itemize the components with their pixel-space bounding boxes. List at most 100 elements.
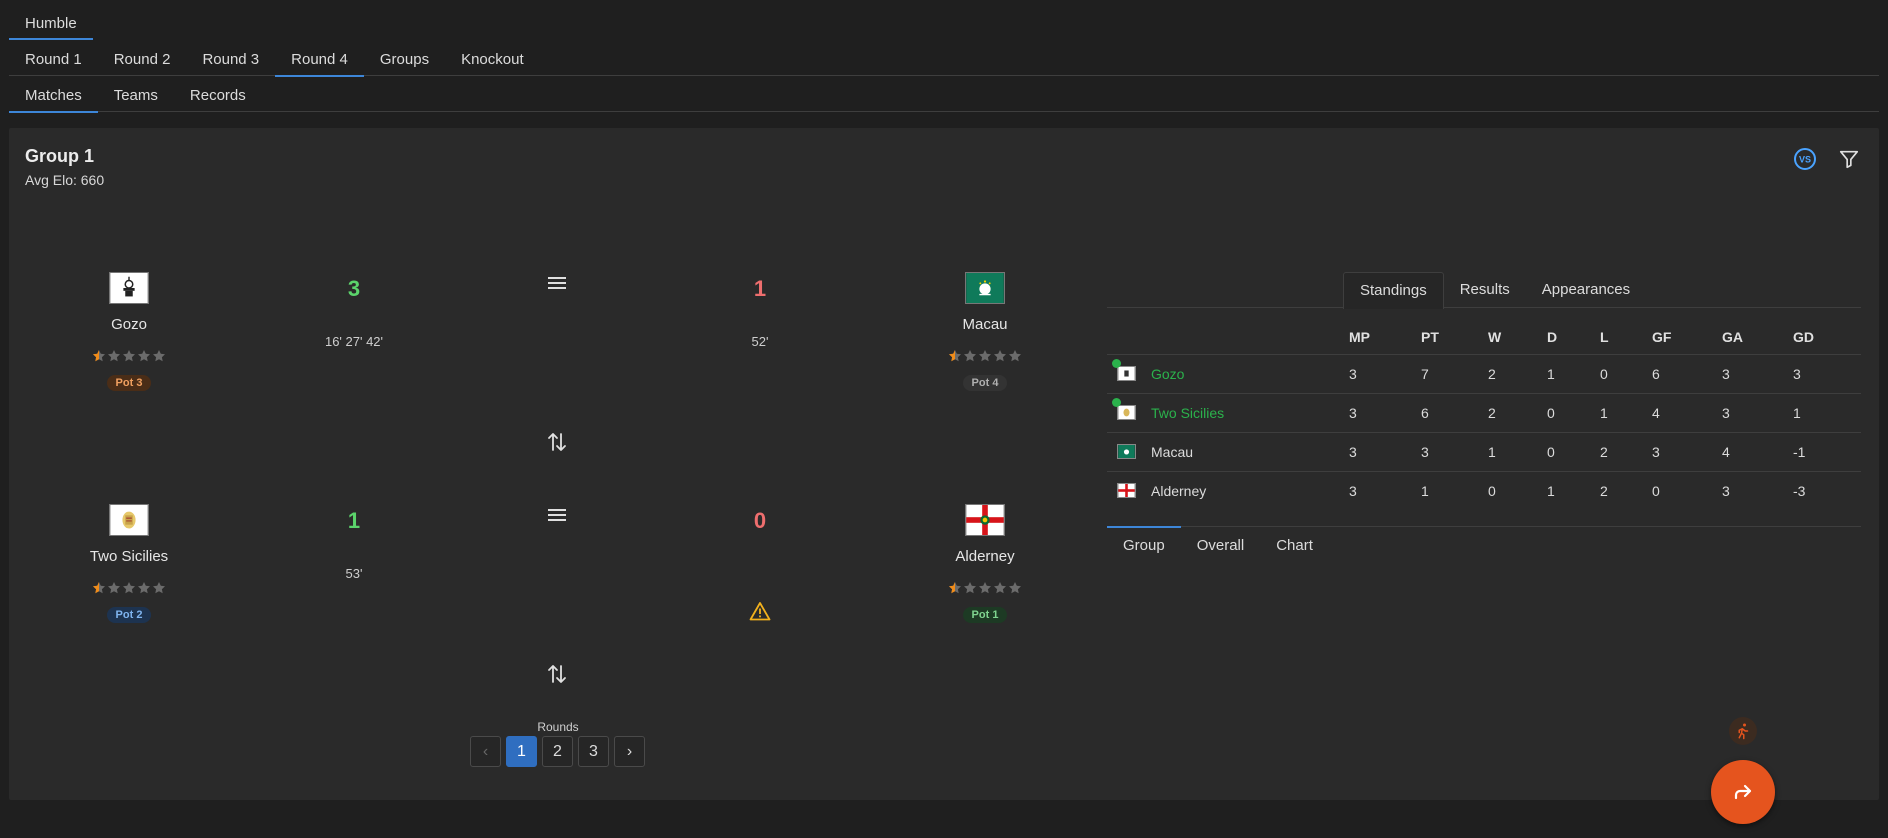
match-1-home-score: 3: [347, 276, 361, 301]
tab-knockout[interactable]: Knockout: [445, 40, 540, 76]
tab-chart[interactable]: Chart: [1260, 527, 1329, 563]
pager-page-1[interactable]: 1: [506, 736, 537, 767]
flag-two-sicilies-icon: [109, 504, 149, 536]
standings-team-name[interactable]: Macau: [1151, 444, 1193, 460]
column-header-l[interactable]: L: [1600, 321, 1652, 354]
table-row[interactable]: Macau 3 3 1 0 2 3 4 -1: [1107, 431, 1861, 471]
table-cell: 1: [1600, 392, 1652, 432]
star-icon: [93, 582, 105, 594]
match-1-swap-icon[interactable]: [544, 429, 570, 455]
standings-team-name[interactable]: Gozo: [1151, 366, 1184, 382]
runner-icon[interactable]: [1729, 717, 1757, 745]
tab-round-4[interactable]: Round 4: [275, 40, 364, 77]
star-icon: [949, 582, 961, 594]
tab-groups[interactable]: Groups: [364, 40, 445, 76]
vs-icon[interactable]: VS: [1792, 146, 1818, 172]
match-2-home-goal-minutes: 53': [345, 566, 363, 581]
star-icon: [1009, 350, 1021, 362]
flag-macau-icon: [1117, 444, 1136, 459]
table-cell: 4: [1652, 392, 1722, 432]
flag-two-sicilies-icon: [1117, 405, 1136, 420]
star-icon: [123, 350, 135, 362]
tab-results[interactable]: Results: [1444, 272, 1526, 308]
table-cell: 1: [1488, 431, 1547, 471]
pager-prev-button[interactable]: ‹: [470, 736, 501, 767]
table-cell: 6: [1421, 392, 1488, 432]
match-1-away-goal-minutes: 52': [751, 334, 769, 349]
star-icon: [153, 350, 165, 362]
star-icon: [994, 350, 1006, 362]
pager-page-3[interactable]: 3: [578, 736, 609, 767]
table-cell: 1: [1421, 470, 1488, 510]
pot-badge: Pot 2: [106, 607, 152, 623]
flag-gozo-icon: [109, 272, 149, 304]
column-header-gd[interactable]: GD: [1793, 321, 1861, 354]
star-icon: [979, 350, 991, 362]
tab-round-3[interactable]: Round 3: [186, 40, 275, 76]
tab-humble[interactable]: Humble: [9, 4, 93, 40]
column-header-gf[interactable]: GF: [1652, 321, 1722, 354]
tab-overall[interactable]: Overall: [1181, 527, 1261, 563]
rating-stars: [905, 349, 1065, 363]
star-icon: [949, 350, 961, 362]
tab-matches[interactable]: Matches: [9, 76, 98, 113]
flag-alderney-icon: [1117, 483, 1136, 499]
table-cell: 4: [1722, 431, 1793, 471]
match-2-details-menu-icon[interactable]: [544, 502, 570, 528]
tab-group[interactable]: Group: [1107, 526, 1181, 563]
table-cell: 3: [1349, 470, 1421, 510]
column-header-d[interactable]: D: [1547, 321, 1600, 354]
rounds-pager: ‹ 1 2 3 ›: [470, 736, 645, 767]
table-row[interactable]: Alderney 3 1 0 1 2 0 3 -3: [1107, 470, 1861, 510]
tab-round-1[interactable]: Round 1: [9, 40, 98, 76]
match-2-home-team[interactable]: Two Sicilies Pot 2: [49, 504, 209, 623]
table-row[interactable]: Two Sicilies 3 6 2 0 1 4 3 1: [1107, 392, 1861, 432]
standings-team-name[interactable]: Alderney: [1151, 483, 1206, 499]
tab-records[interactable]: Records: [174, 76, 262, 112]
column-header-mp[interactable]: MP: [1349, 321, 1421, 354]
standings-tabs: Standings Results Appearances: [1107, 272, 1861, 309]
table-cell: 3: [1421, 431, 1488, 471]
flag-macau-icon: [965, 272, 1005, 304]
standings-team-name[interactable]: Two Sicilies: [1151, 405, 1224, 421]
table-cell: 0: [1600, 353, 1652, 393]
star-icon: [108, 582, 120, 594]
filter-icon[interactable]: [1836, 146, 1862, 172]
table-cell: 2: [1488, 392, 1547, 432]
team-name: Alderney: [955, 548, 1015, 565]
table-cell: 3: [1793, 353, 1861, 393]
star-icon: [138, 582, 150, 594]
match-1-away-team[interactable]: Macau Pot 4: [905, 272, 1065, 391]
flag-alderney-icon: [965, 504, 1005, 536]
table-cell: 3: [1349, 392, 1421, 432]
star-icon: [93, 350, 105, 362]
tab-appearances[interactable]: Appearances: [1526, 272, 1646, 308]
tab-standings[interactable]: Standings: [1343, 272, 1444, 309]
table-cell: 3: [1652, 431, 1722, 471]
pager-next-button[interactable]: ›: [614, 736, 645, 767]
table-cell: 1: [1793, 392, 1861, 432]
match-2-away-team[interactable]: Alderney Pot 1: [905, 504, 1065, 623]
star-icon: [108, 350, 120, 362]
share-button[interactable]: [1711, 760, 1775, 824]
tab-round-2[interactable]: Round 2: [98, 40, 187, 76]
team-name: Macau: [962, 316, 1008, 333]
match-1-home-team[interactable]: Gozo Pot 3: [49, 272, 209, 391]
rounds-label: Rounds: [537, 720, 579, 734]
column-header-pt[interactable]: PT: [1421, 321, 1488, 354]
table-row[interactable]: Gozo 3 7 2 1 0 6 3 3: [1107, 353, 1861, 393]
svg-text:VS: VS: [1799, 155, 1811, 165]
standings-table: MP PT W D L GF GA GD Gozo 3 7 2 1 0 6 3 …: [1107, 321, 1861, 510]
team-name: Two Sicilies: [89, 548, 169, 565]
tab-teams[interactable]: Teams: [98, 76, 174, 112]
match-1-home-goal-minutes: 16' 27' 42': [324, 334, 384, 349]
column-header-w[interactable]: W: [1488, 321, 1547, 354]
table-cell: 3: [1722, 353, 1793, 393]
table-cell: 2: [1600, 470, 1652, 510]
pager-page-2[interactable]: 2: [542, 736, 573, 767]
match-1-details-menu-icon[interactable]: [544, 270, 570, 296]
match-2-swap-icon[interactable]: [544, 661, 570, 687]
column-header-ga[interactable]: GA: [1722, 321, 1793, 354]
match-2-warning-icon[interactable]: [747, 598, 773, 624]
star-icon: [123, 582, 135, 594]
